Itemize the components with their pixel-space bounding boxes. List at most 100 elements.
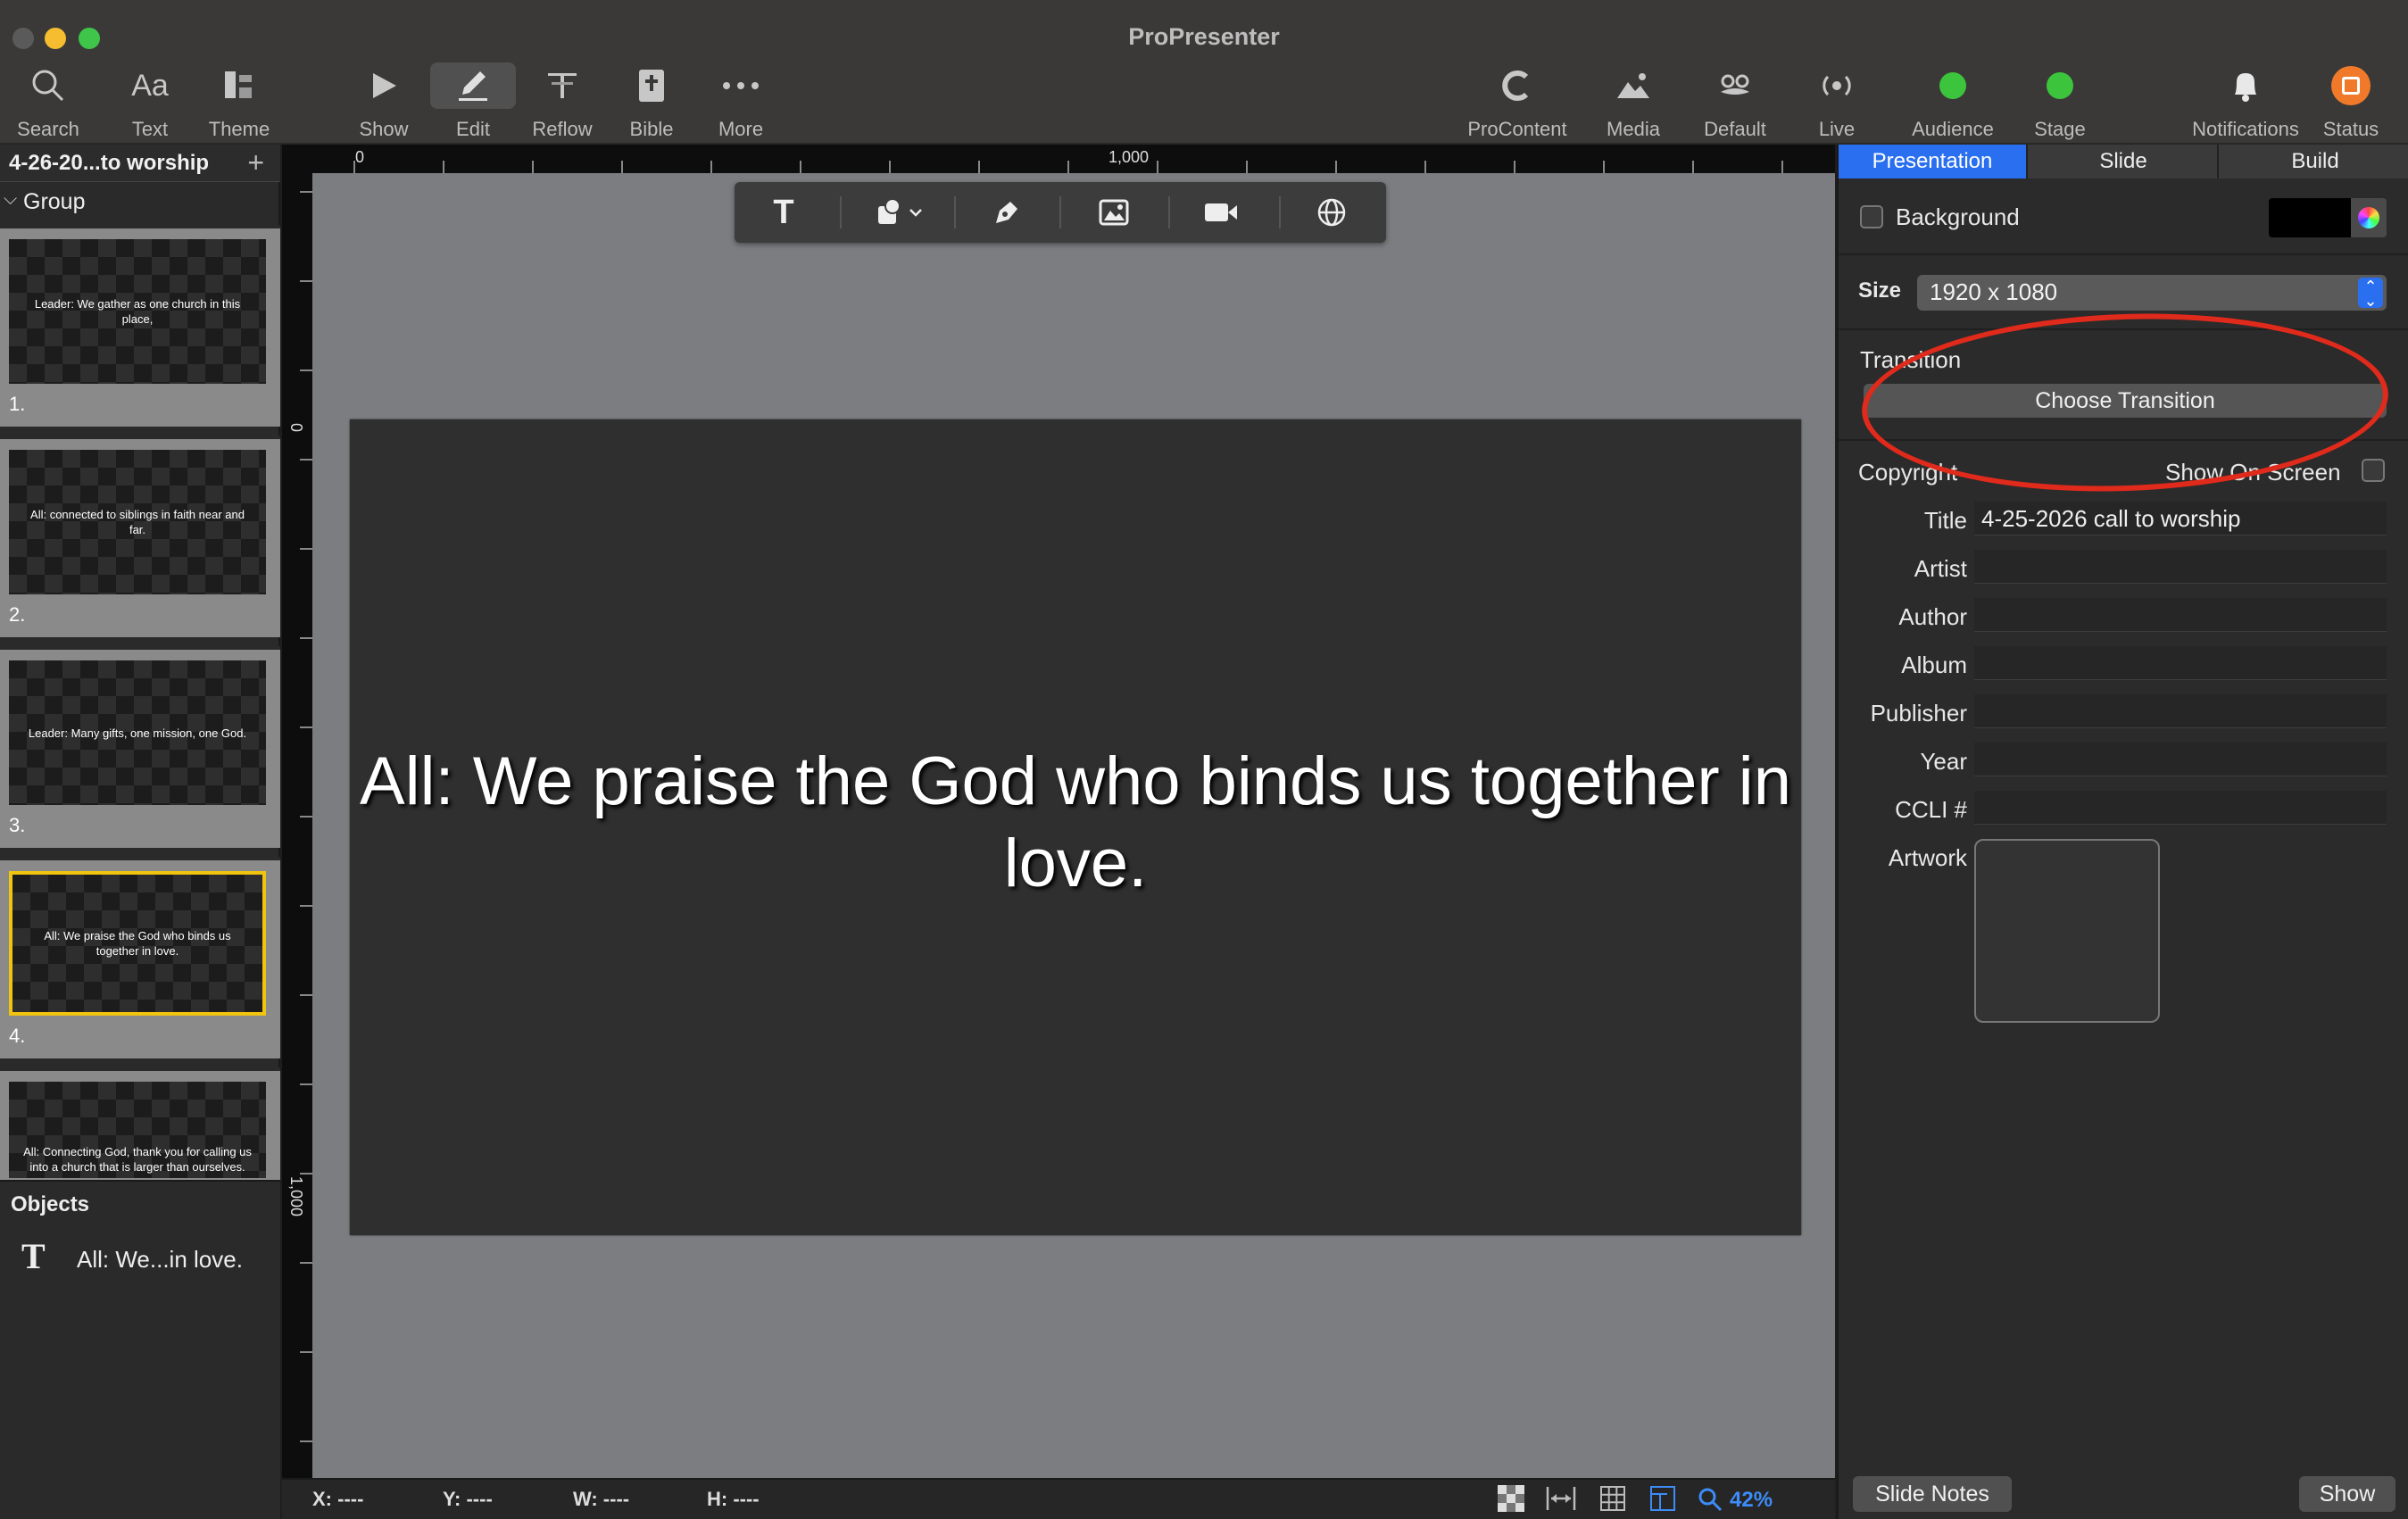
checkerboard-icon[interactable]: [1498, 1485, 1524, 1519]
height-value: H: ----: [707, 1488, 760, 1510]
show-notes-button[interactable]: Show: [2299, 1476, 2396, 1512]
author-field-label: Author: [1898, 603, 1967, 630]
toolbar-notifications-button[interactable]: Notifications: [2192, 62, 2299, 141]
ruler-tick: [1157, 161, 1158, 173]
toolbar-more-button[interactable]: More: [687, 62, 794, 141]
fit-width-icon[interactable]: [1546, 1485, 1576, 1519]
mustache-icon: [1681, 62, 1789, 109]
toolbar-procontent-label: ProContent: [1467, 118, 1567, 140]
artist-field-label: Artist: [1914, 555, 1967, 582]
slide-thumbnail-text: All: connected to siblings in faith near…: [30, 508, 245, 536]
size-label: Size: [1858, 278, 1902, 303]
text-tool-icon[interactable]: T: [752, 191, 815, 234]
toolbar: ProPresenter Search Aa Text Theme Show E…: [0, 0, 2408, 145]
object-label: All: We...in love.: [77, 1246, 243, 1273]
toolbar-default-button[interactable]: Default: [1681, 62, 1789, 141]
color-wheel-icon: [2358, 207, 2379, 228]
presentation-title[interactable]: 4-26-20...to worship: [9, 151, 209, 176]
toolbar-stage-button[interactable]: Stage: [2006, 62, 2113, 141]
color-wheel-button[interactable]: [2351, 198, 2387, 237]
ruler-tick: [300, 1083, 312, 1085]
ruler-label-1000: 1,000: [1109, 148, 1150, 166]
ruler-tick: [300, 726, 312, 728]
bell-icon: [2192, 62, 2299, 109]
ruler-tick: [300, 280, 312, 282]
tab-build[interactable]: Build: [2221, 145, 2408, 178]
show-on-screen-checkbox[interactable]: [2362, 459, 2385, 482]
slide-number: 3.: [9, 814, 26, 836]
album-field-label: Album: [1901, 652, 1967, 678]
publisher-field[interactable]: [1974, 694, 2387, 728]
video-tool-icon[interactable]: [1190, 191, 1252, 234]
toolbar-procontent-button[interactable]: ProContent: [1464, 62, 1571, 141]
horizontal-ruler: 0 1,000: [282, 145, 1835, 173]
snap-guides-icon[interactable]: [1649, 1485, 1676, 1519]
group-header[interactable]: ⌵ Group: [0, 184, 280, 220]
size-select[interactable]: 1920 x 1080 ⌃ ⌄: [1917, 275, 2387, 311]
text-object-icon: T: [21, 1236, 46, 1276]
slide-thumbnail-1[interactable]: Leader: We gather as one church in this …: [0, 225, 280, 427]
ruler-tick: [300, 905, 312, 907]
toolbar-audience-label: Audience: [1912, 118, 1994, 140]
web-tool-icon[interactable]: [1300, 191, 1363, 234]
tab-presentation[interactable]: Presentation: [1839, 145, 2028, 178]
ruler-tick: [978, 161, 980, 173]
slide-thumbnail-text: All: We praise the God who binds us toge…: [44, 929, 231, 958]
zoom-icon[interactable]: [1698, 1487, 1723, 1519]
artist-field[interactable]: [1974, 550, 2387, 584]
toolbar-status-button[interactable]: Status: [2306, 62, 2396, 141]
zoom-level[interactable]: 42%: [1730, 1488, 1773, 1513]
add-slide-icon[interactable]: +: [247, 146, 264, 179]
ruler-tick: [1514, 161, 1515, 173]
tab-slide[interactable]: Slide: [2030, 145, 2219, 178]
object-item-text[interactable]: T All: We...in love.: [0, 1232, 280, 1285]
objects-title: Objects: [11, 1192, 90, 1216]
slide-preview[interactable]: All: We praise the God who binds us toge…: [350, 419, 1801, 1235]
toolbar-audience-button[interactable]: Audience: [1899, 62, 2006, 141]
chevron-down-icon[interactable]: ⌵: [4, 189, 17, 210]
insert-toolbar: T: [735, 182, 1386, 243]
background-color-swatch[interactable]: [2269, 198, 2351, 237]
broadcast-icon: [1783, 62, 1890, 109]
ruler-tick: [353, 161, 355, 173]
ruler-tick: [1692, 161, 1694, 173]
objects-panel: Objects T All: We...in love.: [0, 1180, 280, 1519]
artwork-label: Artwork: [1888, 844, 1967, 871]
x-coordinate: X: ----: [312, 1488, 364, 1510]
slide-thumbnail-2[interactable]: All: connected to siblings in faith near…: [0, 436, 280, 637]
album-field[interactable]: [1974, 646, 2387, 680]
ruler-tick: [532, 161, 534, 173]
toolbar-live-button[interactable]: Live: [1783, 62, 1890, 141]
toolbar-notifications-label: Notifications: [2192, 118, 2299, 140]
media-icon: [1580, 62, 1687, 109]
year-field[interactable]: [1974, 743, 2387, 776]
author-field[interactable]: [1974, 598, 2387, 632]
artwork-well[interactable]: [1974, 839, 2160, 1023]
title-field[interactable]: 4-25-2026 call to worship: [1974, 502, 2387, 535]
slide-thumbnail-4-selected[interactable]: All: We praise the God who binds us toge…: [0, 857, 280, 1058]
status-bar: X: ---- Y: ---- W: ---- H: ---- 42%: [282, 1478, 1835, 1519]
toolbar-theme-button[interactable]: Theme: [186, 62, 293, 141]
ruler-tick: [889, 161, 891, 173]
ruler-label-0: 0: [355, 148, 365, 166]
slide-text-box[interactable]: All: We praise the God who binds us toge…: [350, 741, 1801, 905]
slide-thumbnail-5[interactable]: All: Connecting God, thank you for calli…: [0, 1067, 280, 1182]
toolbar-stage-label: Stage: [2034, 118, 2086, 140]
slide-thumbnail-3[interactable]: Leader: Many gifts, one mission, one God…: [0, 646, 280, 848]
ccli-field[interactable]: [1974, 791, 2387, 825]
ruler-tick: [300, 548, 312, 550]
toolbar-live-label: Live: [1818, 118, 1856, 140]
background-checkbox[interactable]: [1860, 205, 1883, 228]
toolbar-media-button[interactable]: Media: [1580, 62, 1687, 141]
toolbar-search-button[interactable]: Search: [0, 62, 102, 141]
shape-tool-icon[interactable]: [859, 191, 940, 234]
grid-icon[interactable]: [1599, 1485, 1626, 1519]
theme-icon: [186, 62, 293, 109]
width-value: W: ----: [573, 1488, 630, 1510]
image-tool-icon[interactable]: [1083, 191, 1145, 234]
slide-notes-button[interactable]: Slide Notes: [1853, 1476, 2012, 1512]
background-label: Background: [1896, 203, 2020, 230]
presentation-header: 4-26-20...to worship +: [0, 145, 280, 182]
ruler-left-label-0: 0: [287, 423, 305, 433]
pen-tool-icon[interactable]: [976, 191, 1038, 234]
